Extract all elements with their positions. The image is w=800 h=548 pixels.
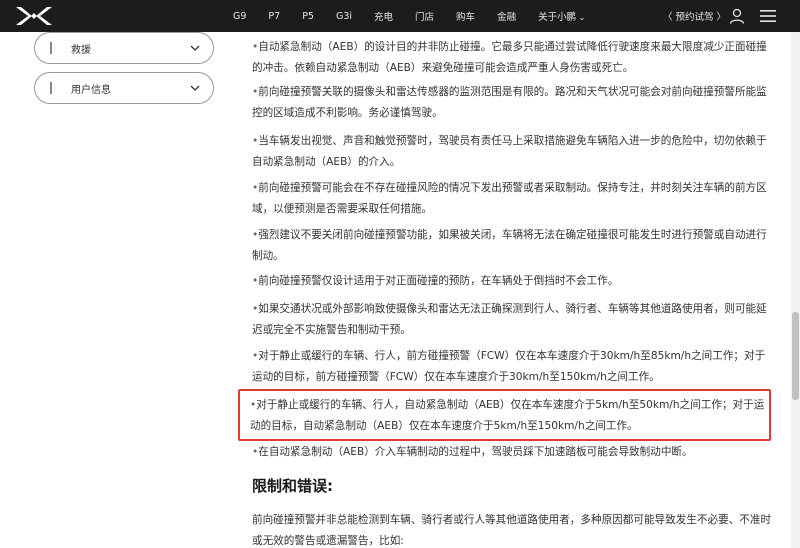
paragraph-do-not-disable: •强烈建议不要关闭前向碰撞预警功能，如果被关闭，车辆将无法在确定碰撞很可能发生时… — [252, 229, 767, 262]
xpeng-logo-icon[interactable] — [14, 5, 54, 27]
sidebar-item-label: 用户信息 — [71, 84, 111, 96]
nav-link-about[interactable]: 关于小鹏 — [538, 9, 585, 23]
nav-link-finance[interactable]: 金融 — [497, 9, 516, 23]
sidebar-marker — [50, 42, 52, 54]
user-icon[interactable] — [729, 8, 745, 24]
chevron-down-icon — [190, 45, 200, 51]
paragraph-aeb-design: •自动紧急制动（AEB）的设计目的并非防止碰撞。它最多只能通过尝试降低行驶速度来… — [252, 41, 767, 74]
paragraph-sensor-range: •前向碰撞预警关联的摄像头和雷达传感器的监测范围是有限的。路况和天气状况可能会对… — [252, 86, 767, 119]
nav-link-charging[interactable]: 充电 — [374, 9, 393, 23]
chevron-down-icon — [190, 85, 200, 91]
paragraph-limitations-intro: 前向碰撞预警并非总能检测到车辆、骑行者或行人等其他道路使用者，多种原因都可能导致… — [252, 514, 772, 547]
paragraph-driver-responsibility: •当车辆发出视觉、声音和触觉预警时，驾驶员有责任马上采取措施避免车辆陷入进一步的… — [252, 135, 767, 168]
paragraph-false-warning: •前向碰撞预警可能会在不存在碰撞风险的情况下发出预警或者采取制动。保持专注，并时… — [252, 182, 767, 215]
paragraph-reverse-gear: •前向碰撞预警仅设计适用于对正面碰撞的预防，在车辆处于倒挡时不会工作。 — [252, 275, 619, 287]
paragraph-detection-delay: •如果交通状况或外部影响致使摄像头和雷达无法正确探测到行人、骑行者、车辆等其他道… — [252, 303, 767, 336]
scrollbar[interactable] — [791, 32, 800, 548]
test-drive-link[interactable]: 〈 预约试驾 〉 — [663, 0, 726, 32]
nav-link-p5[interactable]: P5 — [302, 11, 314, 22]
nav-links: G9 P7 P5 G3i 充电 门店 购车 金融 关于小鹏 — [233, 0, 607, 32]
paragraph-fcw-speed: •对于静止或缓行的车辆、行人，前方碰撞预警（FCW）仅在本车速度介于30km/h… — [252, 350, 766, 383]
sidebar-marker — [50, 82, 52, 94]
menu-icon[interactable] — [759, 8, 777, 24]
scrollbar-thumb[interactable] — [792, 312, 799, 400]
paragraph-accelerator-interrupt: •在自动紧急制动（AEB）介入车辆制动的过程中，驾驶员踩下加速踏板可能会导致制动… — [252, 446, 693, 458]
section-heading-limitations: 限制和错误: — [252, 477, 333, 495]
nav-link-purchase[interactable]: 购车 — [456, 9, 475, 23]
nav-link-stores[interactable]: 门店 — [415, 9, 434, 23]
nav-link-p7[interactable]: P7 — [268, 11, 280, 22]
sidebar-item-label: 救援 — [71, 44, 91, 56]
top-nav: G9 P7 P5 G3i 充电 门店 购车 金融 关于小鹏 〈 预约试驾 〉 — [0, 0, 800, 32]
sidebar-item-user-info[interactable]: 用户信息 — [34, 72, 214, 104]
sidebar-item-rescue[interactable]: 救援 — [34, 32, 214, 64]
paragraph-aeb-speed: •对于静止或缓行的车辆、行人，自动紧急制动（AEB）仅在本车速度介于5km/h至… — [250, 399, 765, 432]
nav-link-g3i[interactable]: G3i — [336, 11, 352, 22]
nav-link-g9[interactable]: G9 — [233, 11, 246, 22]
